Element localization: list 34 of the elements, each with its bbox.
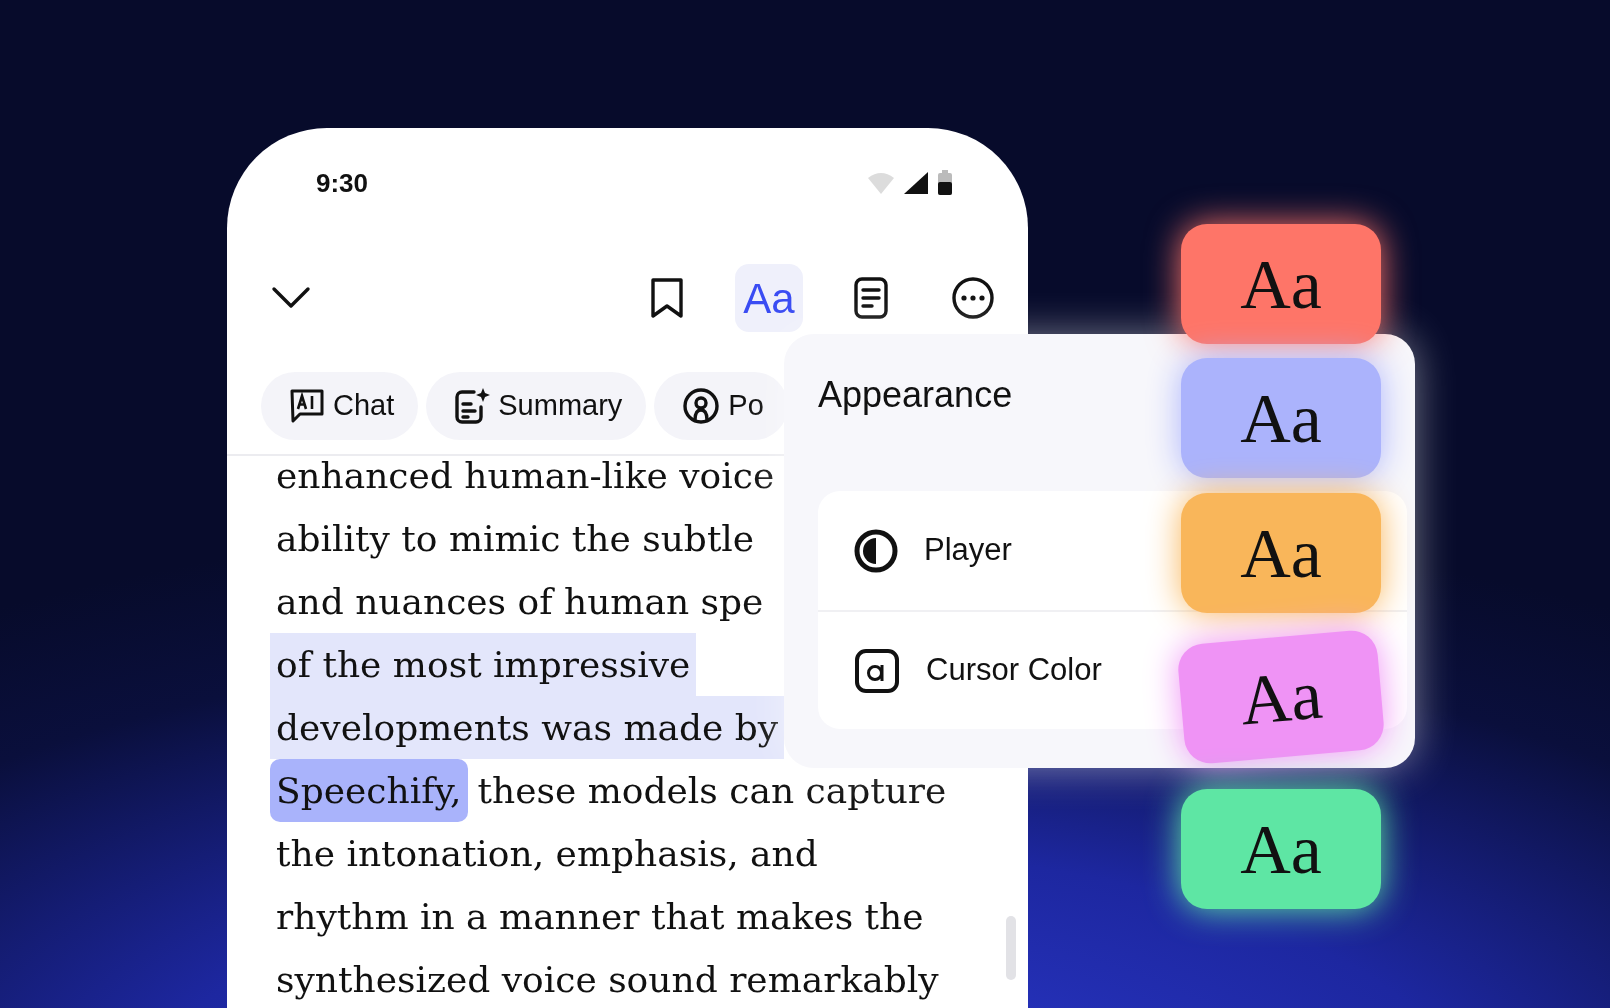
highlighted-text: developments was made by: [270, 696, 785, 759]
highlighted-text: of the most impressive: [270, 633, 697, 696]
settings-option[interactable]: Player: [924, 527, 1012, 574]
document-icon: [853, 276, 889, 320]
panel-title: Appearance: [818, 374, 1013, 415]
font-style-card[interactable]: Aa: [1181, 789, 1381, 909]
font-style-card[interactable]: Aa: [1181, 224, 1381, 344]
battery-icon: [937, 170, 953, 196]
body-text: these models can capture: [476, 769, 948, 813]
body-text: rhythm in a manner that makes the: [275, 895, 925, 939]
status-time: 9:30: [316, 166, 369, 200]
body-text: and nuances of human spe: [275, 580, 765, 624]
body-text: synthesized voice sound remarkably: [275, 958, 940, 1002]
chevron-down-icon: [271, 286, 311, 310]
body-text: enhanced human-like voice: [275, 454, 776, 498]
body-text: ability to mimic the subtle: [275, 517, 756, 561]
cursor-box-icon: [854, 647, 900, 694]
font-style-card[interactable]: Aa: [1181, 493, 1381, 613]
contrast-icon: [854, 528, 898, 573]
more-icon: [951, 276, 995, 320]
highlighted-text: Speechify,: [270, 759, 468, 822]
ai-chat-icon: [289, 388, 325, 424]
signal-icon: [903, 171, 929, 195]
wifi-icon: [867, 171, 895, 195]
sparkle-document-icon: [454, 387, 491, 425]
podcast-icon: [682, 387, 721, 425]
text-appearance-button[interactable]: Aa: [735, 264, 803, 332]
bookmark-icon: [649, 276, 685, 320]
tool-chip[interactable]: Summary: [426, 372, 647, 440]
font-style-card[interactable]: Aa: [1181, 358, 1381, 478]
settings-option[interactable]: Cursor Color: [926, 647, 1102, 694]
body-text: the intonation, emphasis, and: [275, 832, 819, 876]
tool-chip[interactable]: Chat: [261, 372, 419, 440]
scrollbar: [1006, 916, 1016, 980]
